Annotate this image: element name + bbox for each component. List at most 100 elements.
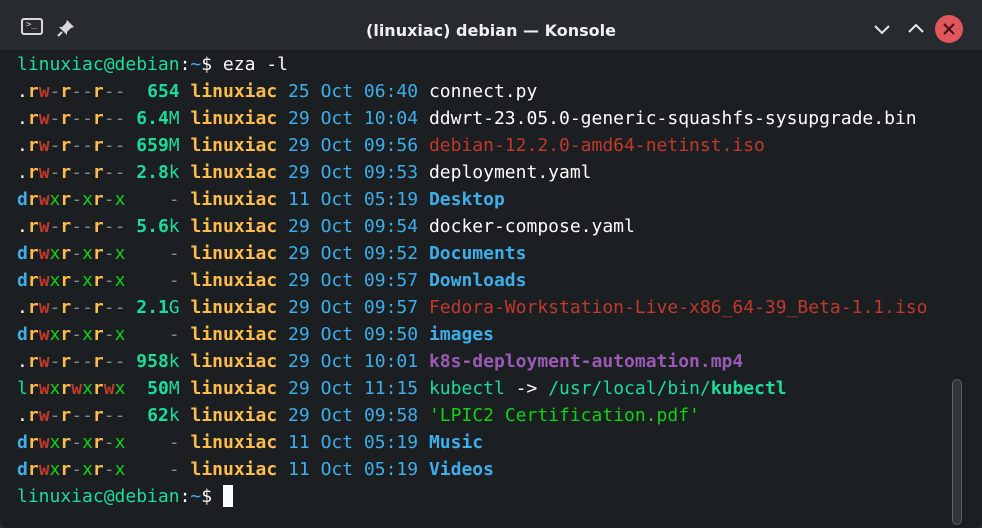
permission-char: x [49, 243, 61, 264]
permission-char: w [103, 378, 115, 399]
permission-char: - [103, 243, 115, 264]
permission-char: x [114, 459, 126, 480]
listing-row: .rw-r--r-- 5.6k linuxiac 29 Oct 09:54 do… [17, 213, 927, 240]
permission-char: . [17, 162, 28, 183]
permission-char: - [114, 351, 126, 372]
permission-char: - [71, 405, 83, 426]
permission-char: - [103, 216, 115, 237]
permission-char: - [82, 81, 93, 102]
scrollbar-thumb[interactable] [952, 379, 962, 525]
permission-char: w [38, 81, 50, 102]
size-number: 6.4 [136, 108, 169, 129]
permission-char: x [49, 459, 61, 480]
permission-char: - [82, 135, 93, 156]
size-number: 659 [136, 135, 169, 156]
owner: linuxiac [190, 270, 278, 291]
permission-char: r [60, 459, 72, 480]
permission-char: w [38, 135, 50, 156]
owner: linuxiac [190, 108, 278, 129]
permission-char: r [60, 189, 72, 210]
permission-char: - [114, 81, 126, 102]
permission-char: r [60, 432, 72, 453]
permission-char: r [92, 459, 104, 480]
permission-char: r [92, 243, 104, 264]
file-name: kubectl [428, 378, 505, 399]
date-day: 11 [288, 189, 310, 210]
prompt-line[interactable]: linuxiac@debian:~$ [17, 483, 927, 510]
size-unit: M [168, 378, 180, 399]
terminal-view[interactable]: linuxiac@debian:~$ eza -l .rw-r--r-- 654… [0, 51, 982, 528]
permission-char: r [27, 324, 39, 345]
size-number: 2.1 [136, 297, 169, 318]
owner: linuxiac [190, 81, 278, 102]
prompt-symbol: $ [201, 54, 213, 75]
file-name: k8s-deployment-automation.mp4 [428, 351, 744, 372]
file-name: deployment.yaml [428, 162, 592, 183]
permission-char: x [49, 270, 61, 291]
permission-char: - [49, 351, 61, 372]
permission-char: . [17, 81, 28, 102]
file-name: images [428, 324, 494, 345]
permission-char: w [38, 108, 50, 129]
permission-char: r [27, 135, 39, 156]
owner: linuxiac [190, 351, 278, 372]
close-icon[interactable] [935, 15, 963, 43]
permission-char: . [17, 135, 28, 156]
permission-char: - [49, 405, 61, 426]
chevron-up-icon[interactable] [903, 16, 929, 42]
date-month: Oct [320, 243, 354, 264]
date-time: 09:57 [363, 297, 419, 318]
permission-char: r [92, 135, 104, 156]
size-number: 958 [136, 351, 169, 372]
permission-char: w [38, 459, 50, 480]
date-time: 10:01 [363, 351, 419, 372]
permission-char: r [60, 216, 72, 237]
listing-row: drwxr-xr-x - linuxiac 29 Oct 09:52 Docum… [17, 240, 927, 267]
owner: linuxiac [190, 432, 278, 453]
permission-char: x [114, 324, 126, 345]
permission-char: r [60, 378, 72, 399]
window-title: (linuxiac) debian — Konsole [366, 21, 616, 40]
file-name: docker-compose.yaml [428, 216, 635, 237]
file-name: Downloads [428, 270, 527, 291]
permission-char: x [82, 324, 93, 345]
date-day: 29 [288, 270, 310, 291]
size-unit: k [168, 351, 180, 372]
link-target-dir: /usr/local/bin/ [548, 378, 711, 399]
permission-char: r [92, 324, 104, 345]
date-time: 09:52 [363, 243, 419, 264]
permission-char: r [92, 108, 104, 129]
permission-char: r [92, 189, 104, 210]
permission-char: w [38, 297, 50, 318]
permission-char: w [71, 378, 83, 399]
permission-char: w [38, 432, 50, 453]
size: - [168, 459, 180, 480]
permission-char: d [17, 189, 28, 210]
permission-char: r [27, 459, 39, 480]
permission-char: d [17, 324, 28, 345]
date-time: 09:56 [363, 135, 419, 156]
title-bar[interactable]: >_ (linuxiac) debian — Konsole [0, 0, 982, 51]
chevron-down-icon[interactable] [869, 16, 895, 42]
listing-row: drwxr-xr-x - linuxiac 29 Oct 09:50 image… [17, 321, 927, 348]
permission-char: x [49, 432, 61, 453]
permission-char: r [60, 297, 72, 318]
permission-char: - [71, 108, 83, 129]
permission-char: - [103, 81, 115, 102]
date-day: 29 [288, 216, 310, 237]
file-name: ddwrt-23.05.0-generic-squashfs-sysupgrad… [428, 108, 917, 129]
permission-char: . [17, 351, 28, 372]
permission-char: w [38, 378, 50, 399]
permission-char: - [103, 135, 115, 156]
owner: linuxiac [190, 378, 278, 399]
size-unit: M [168, 135, 180, 156]
size: - [168, 270, 180, 291]
permission-char: - [71, 324, 83, 345]
permission-char: - [114, 297, 126, 318]
permission-char: - [71, 216, 83, 237]
permission-char: r [27, 405, 39, 426]
owner: linuxiac [190, 135, 278, 156]
listing-row: lrwxrwxrwx 50M linuxiac 29 Oct 11:15 kub… [17, 375, 927, 402]
date-month: Oct [320, 324, 354, 345]
listing-row: .rw-r--r-- 958k linuxiac 29 Oct 10:01 k8… [17, 348, 927, 375]
